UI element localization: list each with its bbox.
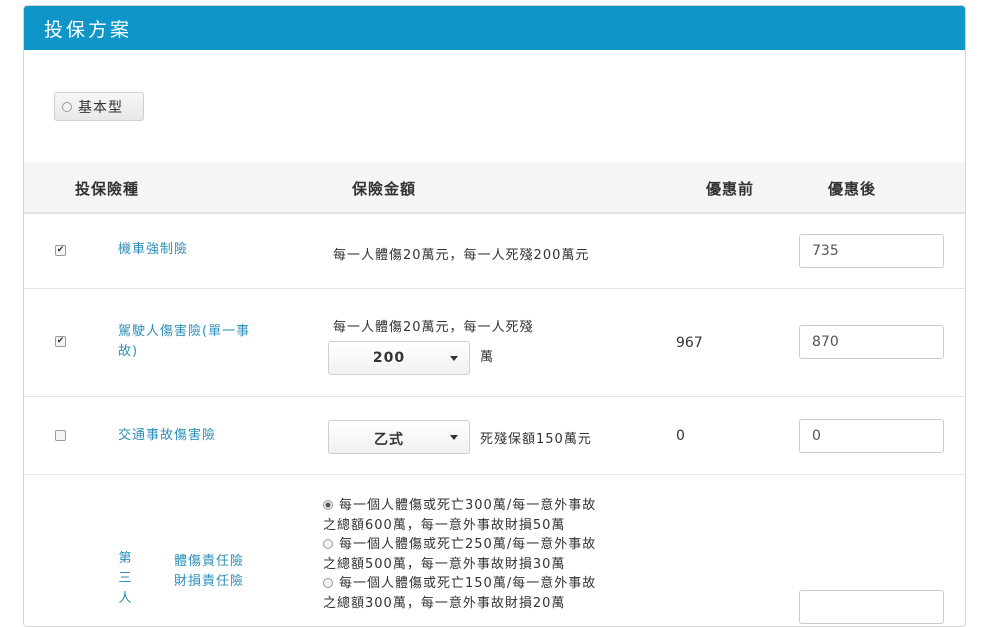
radio-selected-icon <box>323 500 333 510</box>
option2-line1: 每一個人體傷或死亡250萬/每一意外事故 <box>339 537 597 552</box>
row-divider <box>24 396 965 397</box>
row2-select-value: 200 <box>372 350 406 366</box>
row4-option-1[interactable]: 每一個人體傷或死亡300萬/每一意外事故 之總額600萬，每一意外事故財損50萬 <box>323 496 596 535</box>
option3-line2: 之總額300萬，每一意外事故財損20萬 <box>323 595 566 611</box>
option2-line2: 之總額500萬，每一意外事故財損30萬 <box>323 556 566 572</box>
row3-price-before: 0 <box>676 428 685 444</box>
row1-amount-text: 每一人體傷20萬元，每一人死殘200萬元 <box>333 248 590 263</box>
row1-insurance-name[interactable]: 機車強制險 <box>118 240 188 260</box>
row1-checkbox[interactable]: ✔ <box>55 245 66 256</box>
row4-name-vertical-3[interactable]: 人 <box>118 589 132 609</box>
radio-icon <box>323 578 333 588</box>
row4-price-after-input[interactable] <box>799 590 944 624</box>
row2-price-after-input[interactable]: 870 <box>799 325 944 359</box>
table-header: 投保險種 保險金額 優惠前 優惠後 <box>24 162 965 214</box>
row2-amount-select[interactable]: 200 <box>328 341 470 375</box>
insurance-plan-panel: 投保方案 基本型 投保險種 保險金額 優惠前 優惠後 ✔ 機車強制險 每一人體傷… <box>23 5 966 627</box>
radio-icon <box>323 539 333 549</box>
row3-plan-select[interactable]: 乙式 <box>328 420 470 454</box>
row2-insurance-name-line1[interactable]: 駕駛人傷害險(單一事 <box>118 322 250 342</box>
row3-checkbox[interactable] <box>55 430 66 441</box>
row4-option-2[interactable]: 每一個人體傷或死亡250萬/每一意外事故 之總額500萬，每一意外事故財損30萬 <box>323 535 596 574</box>
row2-unit: 萬 <box>480 350 495 365</box>
header-price-after: 優惠後 <box>828 180 877 198</box>
row4-name-vertical-1[interactable]: 第 <box>118 549 132 569</box>
row3-insurance-name[interactable]: 交通事故傷害險 <box>118 426 216 446</box>
radio-icon <box>62 101 72 112</box>
row1-price-after-input[interactable]: 735 <box>799 234 944 268</box>
basic-plan-radio-button[interactable]: 基本型 <box>54 92 144 121</box>
row4-option-3[interactable]: 每一個人體傷或死亡150萬/每一意外事故 之總額300萬，每一意外事故財損20萬 <box>323 574 596 613</box>
row2-checkbox[interactable]: ✔ <box>55 336 66 347</box>
row3-select-value: 乙式 <box>374 432 404 448</box>
header-insured-amount: 保險金額 <box>352 180 417 198</box>
row-divider <box>24 474 965 475</box>
row-divider <box>24 288 965 289</box>
option1-line1: 每一個人體傷或死亡300萬/每一意外事故 <box>339 498 597 513</box>
header-insurance-type: 投保險種 <box>75 180 140 198</box>
row2-insurance-name-line2[interactable]: 故) <box>118 342 138 362</box>
chevron-down-icon <box>450 356 458 361</box>
panel-title: 投保方案 <box>44 18 133 41</box>
row4-bodily-injury-liability[interactable]: 體傷責任險 <box>174 552 244 572</box>
header-price-before: 優惠前 <box>706 180 755 198</box>
row4-property-damage-liability[interactable]: 財損責任險 <box>174 572 244 592</box>
row3-amount-text: 死殘保額150萬元 <box>480 432 592 447</box>
option3-line1: 每一個人體傷或死亡150萬/每一意外事故 <box>339 576 597 591</box>
row2-price-before: 967 <box>676 335 703 351</box>
option1-line2: 之總額600萬，每一意外事故財損50萬 <box>323 517 566 533</box>
plan-label: 基本型 <box>78 99 123 116</box>
chevron-down-icon <box>450 435 458 440</box>
row4-name-vertical-2[interactable]: 三 <box>118 569 132 589</box>
panel-header: 投保方案 <box>24 6 965 50</box>
row3-price-after-input[interactable]: 0 <box>799 419 944 453</box>
row2-amount-text: 每一人體傷20萬元，每一人死殘 <box>333 320 534 335</box>
